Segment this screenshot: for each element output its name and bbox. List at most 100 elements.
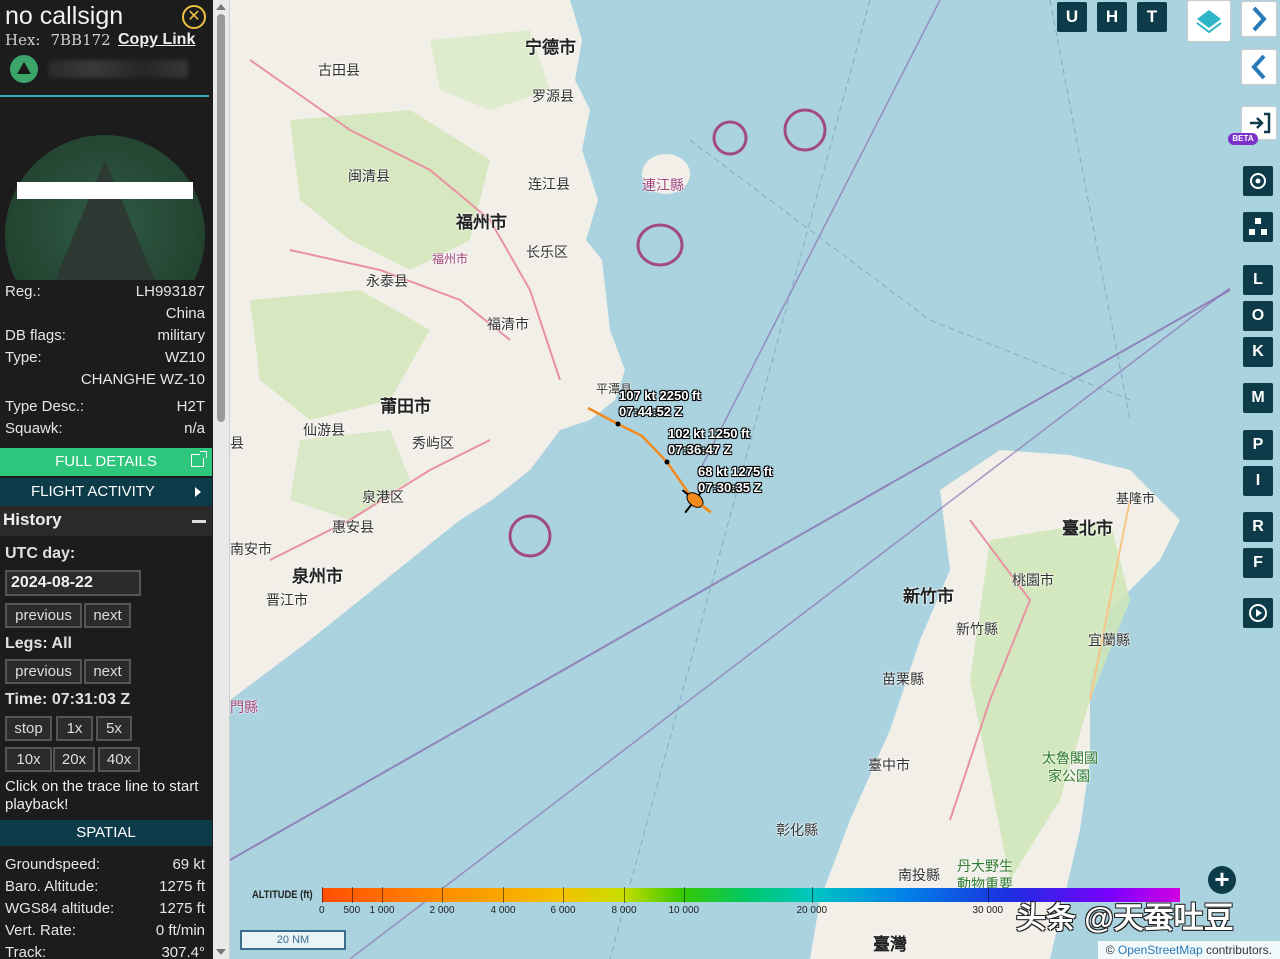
toggle-l-button[interactable]: L bbox=[1243, 265, 1273, 295]
toggle-f-button[interactable]: F bbox=[1243, 548, 1273, 578]
map-label-taroko-2: 家公園 bbox=[1048, 768, 1090, 784]
beta-badge: BETA bbox=[1228, 133, 1258, 145]
collapse-icon[interactable] bbox=[192, 520, 206, 523]
altitude-tick-mark bbox=[988, 887, 989, 903]
next-aircraft-button[interactable] bbox=[1241, 1, 1277, 37]
flight-activity-button[interactable]: FLIGHT ACTIVITY bbox=[0, 478, 212, 506]
spatial-header[interactable]: SPATIAL bbox=[0, 820, 212, 846]
map-label-lianjiang-tw: 連江縣 bbox=[642, 177, 684, 193]
history-header[interactable]: History bbox=[0, 506, 212, 536]
map-label-yongtai: 永泰县 bbox=[366, 273, 408, 289]
toggle-h-button[interactable]: H bbox=[1097, 2, 1127, 32]
altitude-tick-mark bbox=[812, 887, 813, 903]
adsb-logo-icon bbox=[10, 55, 38, 83]
layers-tree-button[interactable] bbox=[1243, 212, 1273, 242]
layers-button[interactable] bbox=[1187, 0, 1231, 42]
track-label: Track: bbox=[5, 944, 47, 959]
info-sidebar: no callsign ✕ Hex: 7BB172 Copy Link Reg.:… bbox=[0, 0, 213, 959]
altitude-tick-label: 30 000 bbox=[972, 905, 1004, 916]
scroll-up-arrow[interactable] bbox=[216, 4, 226, 10]
altitude-tick-mark bbox=[563, 887, 564, 903]
map-label-lianjiang: 连江县 bbox=[528, 176, 570, 192]
toggle-o-button[interactable]: O bbox=[1243, 301, 1273, 331]
zoom-in-button[interactable]: + bbox=[1208, 866, 1236, 894]
leg-next-button[interactable]: next bbox=[84, 659, 131, 684]
aircraft-photo[interactable] bbox=[0, 120, 213, 280]
altitude-tick-label: 20 000 bbox=[796, 905, 828, 916]
map-label-taipei: 臺北市 bbox=[1062, 519, 1113, 538]
map-label-huian: 惠安县 bbox=[332, 519, 374, 535]
altitude-tick-label: 1 000 bbox=[369, 905, 395, 916]
hierarchy-icon bbox=[1249, 218, 1267, 235]
speed-40x-button[interactable]: 40x bbox=[98, 747, 140, 772]
map-label-jinjiang: 晋江市 bbox=[266, 592, 308, 608]
map-label-xiuyu: 秀屿区 bbox=[412, 435, 454, 451]
sidebar-scrollbar[interactable] bbox=[213, 0, 230, 959]
trace-label-2-alt: 1250 ft bbox=[708, 426, 750, 441]
full-details-button[interactable]: FULL DETAILS bbox=[0, 448, 212, 476]
utc-day-input[interactable]: 2024-08-22 bbox=[5, 570, 141, 596]
map-label-hsinchu-city: 新竹市 bbox=[903, 587, 954, 606]
speed-5x-button[interactable]: 5x bbox=[96, 716, 132, 741]
speed-1x-button[interactable]: 1x bbox=[56, 716, 93, 741]
close-icon[interactable]: ✕ bbox=[182, 5, 206, 29]
trace-label-3[interactable]: 68 kt 1275 ft 07:30:35 Z bbox=[698, 464, 772, 496]
toggle-k-button[interactable]: K bbox=[1243, 337, 1273, 367]
blurred-photo-credit bbox=[48, 60, 188, 78]
time-label: Time: 07:31:03 Z bbox=[5, 691, 131, 708]
copy-link[interactable]: Copy Link bbox=[118, 31, 195, 49]
map-label-yilan: 宜蘭縣 bbox=[1088, 632, 1130, 648]
map-label-fuqing: 福清市 bbox=[487, 316, 529, 332]
map-label-nanan: 南安市 bbox=[230, 541, 272, 557]
attribution-prefix: © bbox=[1105, 943, 1115, 957]
toggle-u-button[interactable]: U bbox=[1057, 2, 1087, 32]
map-label-taiwan: 臺灣 bbox=[873, 935, 907, 954]
day-next-button[interactable]: next bbox=[84, 603, 131, 628]
altitude-tick-label: 500 bbox=[343, 905, 361, 916]
speed-10x-button[interactable]: 10x bbox=[5, 747, 52, 772]
toggle-i-button[interactable]: I bbox=[1243, 466, 1273, 496]
settings-button[interactable] bbox=[1243, 166, 1273, 196]
scrollbar-thumb[interactable] bbox=[217, 14, 225, 422]
map-label-changle: 长乐区 bbox=[526, 244, 568, 260]
map-label-quanzhou: 泉州市 bbox=[292, 567, 343, 586]
map-label-taichung: 臺中市 bbox=[868, 757, 910, 773]
photo-redaction-bar bbox=[17, 182, 193, 199]
speed-20x-button[interactable]: 20x bbox=[53, 747, 95, 772]
type-value: WZ10 bbox=[164, 349, 205, 366]
flight-activity-label: FLIGHT ACTIVITY bbox=[31, 483, 155, 500]
altitude-tick-label: 0 bbox=[319, 905, 325, 916]
photo-silhouette bbox=[55, 160, 155, 280]
prev-aircraft-button[interactable] bbox=[1241, 49, 1277, 85]
map-attribution: © OpenStreetMap contributors. bbox=[1097, 941, 1280, 959]
trace-label-1[interactable]: 107 kt 2250 ft 07:44:52 Z bbox=[619, 388, 701, 420]
trace-label-1-speed: 107 kt bbox=[619, 388, 656, 403]
trace-label-2[interactable]: 102 kt 1250 ft 07:36:47 Z bbox=[668, 426, 750, 458]
altitude-tick-mark bbox=[684, 887, 685, 903]
toggle-r-button[interactable]: R bbox=[1243, 512, 1273, 542]
watermark: 头条 @天蚕吐豆 bbox=[1016, 902, 1234, 935]
day-previous-button[interactable]: previous bbox=[5, 603, 82, 628]
map-label-xianyou: 仙游县 bbox=[303, 422, 345, 438]
type-full-value: CHANGHE WZ-10 bbox=[80, 371, 205, 388]
toggle-m-button[interactable]: M bbox=[1243, 383, 1273, 413]
track-value: 307.4° bbox=[161, 944, 205, 959]
map-label-fuzhou-small: 福州市 bbox=[432, 252, 469, 266]
baro-label: Baro. Altitude: bbox=[5, 878, 99, 895]
scroll-down-arrow[interactable] bbox=[216, 949, 226, 955]
type-label: Type: bbox=[5, 349, 42, 366]
chevron-left-icon bbox=[1251, 54, 1266, 80]
trace-label-1-time: 07:44:52 Z bbox=[619, 404, 683, 419]
replay-button[interactable] bbox=[1243, 598, 1273, 628]
map-label-changhua: 彰化縣 bbox=[776, 822, 818, 838]
trace-label-1-alt: 2250 ft bbox=[659, 388, 701, 403]
divider bbox=[0, 95, 209, 97]
stop-button[interactable]: stop bbox=[5, 716, 52, 741]
toggle-p-button[interactable]: P bbox=[1243, 430, 1273, 460]
toggle-t-button[interactable]: T bbox=[1137, 2, 1167, 32]
map-label-gutian: 古田县 bbox=[318, 62, 360, 78]
leg-previous-button[interactable]: previous bbox=[5, 659, 82, 684]
map-view[interactable]: 宁德市 古田县 罗源县 闽清县 连江县 連江縣 福州市 福州市 长乐区 永泰县 … bbox=[230, 0, 1280, 959]
reg-label: Reg.: bbox=[5, 283, 41, 300]
osm-link[interactable]: OpenStreetMap bbox=[1118, 943, 1203, 957]
